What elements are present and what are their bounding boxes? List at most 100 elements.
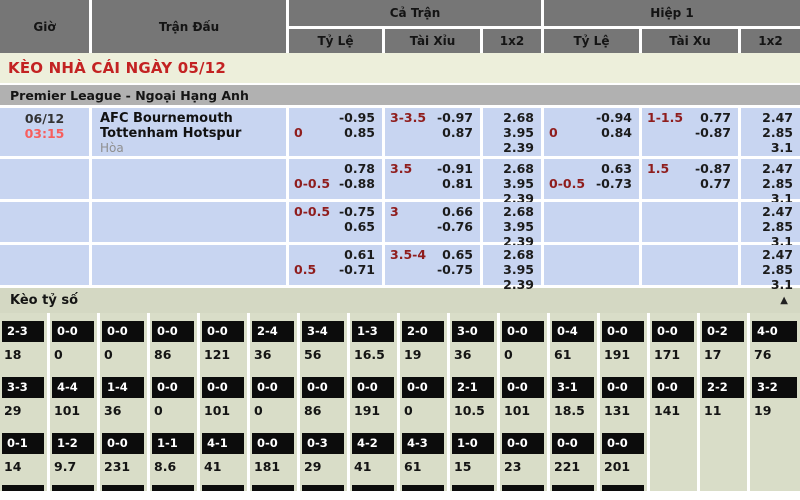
score-odds-value: 23 <box>502 454 544 480</box>
h1-1x2-cell[interactable]: 2.472.853.1 <box>741 159 800 199</box>
score-slot <box>200 481 250 491</box>
score-cell[interactable]: 3-0 <box>452 321 494 342</box>
score-cell[interactable]: 0-0 <box>652 321 694 342</box>
score-cell[interactable] <box>202 485 244 491</box>
score-odds-value: 17 <box>702 342 744 368</box>
score-cell[interactable]: 0-0 <box>302 377 344 398</box>
ft-1x2-cell[interactable]: 2.683.952.39 <box>483 159 541 199</box>
ft-handicap-cell[interactable]: 0-0.5-0.750.65 <box>289 202 382 242</box>
odds-value: 0.85 <box>344 125 375 140</box>
score-cell[interactable]: 0-0 <box>652 377 694 398</box>
ft-handicap-cell[interactable]: -0.9500.85 <box>289 108 382 156</box>
score-cell[interactable] <box>152 485 194 491</box>
score-cell[interactable] <box>302 485 344 491</box>
ft-handicap-cell[interactable]: 0.610.5-0.71 <box>289 245 382 285</box>
score-slot <box>600 481 650 491</box>
score-cell[interactable]: 2-3 <box>2 321 44 342</box>
h1-overunder-cell[interactable] <box>642 202 738 242</box>
score-cell[interactable] <box>102 485 144 491</box>
ft-overunder-cell[interactable]: 30.66-0.76 <box>385 202 480 242</box>
ft-overunder-cell[interactable]: 3.5-40.65-0.75 <box>385 245 480 285</box>
score-cell[interactable]: 0-0 <box>152 321 194 342</box>
score-cell[interactable] <box>452 485 494 491</box>
score-cell[interactable]: 3-4 <box>302 321 344 342</box>
score-cell[interactable]: 0-0 <box>402 377 444 398</box>
score-cell[interactable] <box>52 485 94 491</box>
h1-handicap-cell[interactable]: -0.9400.84 <box>544 108 639 156</box>
score-cell[interactable]: 0-0 <box>502 321 544 342</box>
score-cell[interactable]: 0-0 <box>152 377 194 398</box>
ft-1x2-cell[interactable]: 2.683.952.39 <box>483 202 541 242</box>
h1-handicap-cell[interactable] <box>544 202 639 242</box>
score-cell[interactable]: 0-0 <box>102 321 144 342</box>
score-cell[interactable]: 4-0 <box>752 321 797 342</box>
score-cell[interactable]: 0-0 <box>252 377 294 398</box>
score-cell[interactable]: 1-4 <box>102 377 144 398</box>
odds-line: 2.85 <box>741 219 800 234</box>
score-cell[interactable]: 4-3 <box>402 433 444 454</box>
score-cell[interactable]: 4-2 <box>352 433 394 454</box>
score-cell[interactable]: 2-2 <box>702 377 744 398</box>
score-cell[interactable]: 2-4 <box>252 321 294 342</box>
h1-handicap-cell[interactable] <box>544 245 639 285</box>
score-cell[interactable]: 0-0 <box>602 321 644 342</box>
score-cell[interactable]: 0-0 <box>502 433 544 454</box>
score-cell[interactable]: 3-1 <box>552 377 594 398</box>
score-cell[interactable]: 0-0 <box>502 377 544 398</box>
score-cell[interactable] <box>352 485 394 491</box>
score-cell[interactable]: 0-0 <box>202 321 244 342</box>
score-cell[interactable]: 1-1 <box>152 433 194 454</box>
score-cell[interactable]: 0-3 <box>302 433 344 454</box>
score-cell[interactable]: 4-1 <box>202 433 244 454</box>
score-cell[interactable]: 0-0 <box>102 433 144 454</box>
h1-overunder-cell[interactable]: 1-1.50.77-0.87 <box>642 108 738 156</box>
score-cell[interactable]: 0-2 <box>702 321 744 342</box>
score-cell[interactable]: 0-0 <box>552 433 594 454</box>
h1-handicap-cell[interactable]: 0.630-0.5-0.73 <box>544 159 639 199</box>
ft-overunder-cell[interactable]: 3-3.5-0.970.87 <box>385 108 480 156</box>
ft-1x2-cell[interactable]: 2.683.952.39 <box>483 108 541 156</box>
ft-handicap-cell[interactable]: 0.780-0.5-0.88 <box>289 159 382 199</box>
score-cell[interactable]: 2-1 <box>452 377 494 398</box>
score-cell[interactable]: 3-3 <box>2 377 44 398</box>
h1-1x2-cell[interactable]: 2.472.853.1 <box>741 108 800 156</box>
score-cell[interactable] <box>502 485 544 491</box>
score-cell[interactable]: 0-0 <box>252 433 294 454</box>
score-cell[interactable] <box>402 485 444 491</box>
odds-line: 2.47 <box>741 247 800 262</box>
score-cell[interactable]: 0-0 <box>602 377 644 398</box>
score-cell[interactable]: 4-4 <box>52 377 94 398</box>
odds-value: -0.73 <box>596 176 632 191</box>
score-cell[interactable]: 0-0 <box>202 377 244 398</box>
score-slot <box>300 481 350 491</box>
score-cell[interactable]: 1-3 <box>352 321 394 342</box>
ft-1x2-cell[interactable]: 2.683.952.39 <box>483 245 541 285</box>
score-cell[interactable]: 2-0 <box>402 321 444 342</box>
score-cell[interactable]: 0-1 <box>2 433 44 454</box>
h1-1x2-cell[interactable]: 2.472.853.1 <box>741 202 800 242</box>
score-cell[interactable]: 0-0 <box>602 433 644 454</box>
collapse-arrow-icon[interactable]: ▲ <box>780 295 788 306</box>
score-odds-value: 36 <box>102 398 144 424</box>
h1-overunder-cell[interactable] <box>642 245 738 285</box>
score-slot: 0-00 <box>100 313 150 369</box>
score-cell[interactable]: 1-0 <box>452 433 494 454</box>
score-cell[interactable] <box>552 485 594 491</box>
score-cell[interactable]: 1-2 <box>52 433 94 454</box>
score-cell[interactable] <box>252 485 294 491</box>
odds-value: 2.68 <box>503 161 534 176</box>
score-cell[interactable]: 0-0 <box>52 321 94 342</box>
ft-overunder-cell[interactable]: 3.5-0.910.81 <box>385 159 480 199</box>
score-cell[interactable]: 0-4 <box>552 321 594 342</box>
score-cell[interactable] <box>602 485 644 491</box>
h1-1x2-cell[interactable]: 2.472.853.1 <box>741 245 800 285</box>
odds-line: 0.65 <box>289 219 382 234</box>
score-cell[interactable]: 3-2 <box>752 377 797 398</box>
odds-value: -0.95 <box>339 110 375 125</box>
score-slot: 0-086 <box>300 369 350 425</box>
score-cell[interactable]: 0-0 <box>352 377 394 398</box>
h1-overunder-cell[interactable]: 1.5-0.870.77 <box>642 159 738 199</box>
score-cell[interactable] <box>2 485 44 491</box>
odds-value: 3.95 <box>503 262 534 277</box>
header-ft-handicap: Tỷ Lệ <box>289 29 382 53</box>
